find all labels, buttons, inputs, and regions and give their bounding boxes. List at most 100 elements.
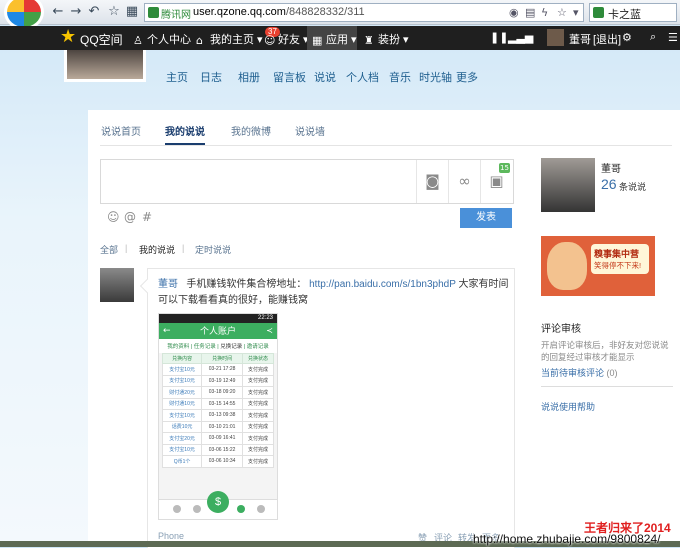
sidebar-avatar[interactable] (541, 158, 595, 212)
cell: 03-06 15:22 (201, 443, 243, 456)
post-text-before: 手机赚钱软件集合榜地址： (186, 279, 307, 290)
phone-tab-money-icon: $ (207, 491, 229, 513)
cell: 03-06 10:34 (201, 455, 243, 468)
phone-tab-more-icon (257, 505, 265, 513)
signal-icon[interactable]: ▂▃▅ (508, 31, 533, 44)
post-button[interactable]: 发表 (460, 208, 512, 228)
cell: 支付完成 (242, 443, 274, 456)
sidebar-ad-banner[interactable]: 糗事集中营 笑得停不下来! (541, 236, 655, 296)
search-icon[interactable]: ⌕ (650, 31, 656, 44)
cell: 支付宝10元 (161, 409, 203, 422)
cell: 支付完成 (242, 397, 274, 410)
subtab-my-shuoshuo[interactable]: 我的说说 (139, 243, 175, 256)
tab-my-weibo[interactable]: 我的微博 (231, 123, 271, 138)
profile-avatar[interactable] (64, 50, 146, 82)
phone-header: ← 个人账户 ≺ (159, 323, 277, 339)
grid-icon[interactable]: ▦ (124, 4, 140, 20)
table-row: 支付宝10元 03-13 09:38 支付完成 (161, 409, 274, 422)
ad-title: 糗事集中营 (594, 249, 640, 259)
cell: 财付通20元 (161, 386, 203, 399)
subtab-all[interactable]: 全部 (100, 243, 118, 256)
pending-label: 当前待审核评论 (541, 368, 605, 378)
settings-gear-icon[interactable]: ⚙ (622, 31, 632, 44)
review-title: 评论审核 (541, 324, 581, 335)
topic-hash-icon[interactable]: # (142, 210, 152, 224)
main-nav-blog[interactable]: 日志 (200, 69, 222, 85)
post-source: Phone (158, 531, 185, 541)
video-icon[interactable]: ▣ 15 (480, 160, 512, 203)
emoji-icon[interactable]: ☺ (107, 210, 120, 224)
phone-tab-task-icon (193, 505, 201, 513)
camera-icon[interactable]: ◙ (416, 160, 448, 203)
post-image[interactable]: 22:23 ← 个人账户 ≺ 我的资料 | 任务记录 | 兑换记录 | 邀请记录… (158, 313, 278, 520)
phone-links: 我的资料 | 任务记录 | 兑换记录 | 邀请记录 (159, 339, 277, 353)
main-nav-profile[interactable]: 个人档 (346, 69, 379, 85)
logout-link[interactable]: [退出] (593, 31, 621, 47)
table-row: 支付宝10元 03-06 15:22 支付完成 (161, 443, 274, 456)
main-nav-more[interactable]: 更多 (456, 69, 478, 85)
post-author[interactable]: 董哥 (158, 279, 178, 290)
table-row: 财付通20元 03-18 09:20 支付完成 (161, 386, 274, 399)
phone-tab-home-icon (173, 505, 181, 513)
cell: 支付宝10元 (161, 374, 203, 387)
cell: 支付完成 (242, 374, 274, 387)
cell: 03-13 09:38 (201, 409, 243, 422)
address-bar[interactable]: 腾讯网 user.qzone.qq.com/848828332/311 ◉ ▤ … (144, 3, 584, 22)
user-name[interactable]: 董哥 (569, 31, 591, 47)
main-nav-home[interactable]: 主页 (166, 69, 188, 85)
cell: 支付完成 (242, 363, 274, 376)
undo-icon[interactable]: ↶ (86, 4, 102, 20)
mention-icon[interactable]: @ (124, 210, 136, 224)
nav-friends[interactable]: ☺ 好友 ▾ (264, 31, 309, 47)
pending-review-link[interactable]: 当前待审核评论 (0) (541, 366, 618, 379)
main-nav-guestbook[interactable]: 留言板 (273, 69, 306, 85)
address-url[interactable]: user.qzone.qq.com/848828332/311 (193, 6, 365, 18)
cell: 支付宝10元 (161, 363, 203, 376)
more-icon[interactable]: ☰ (668, 31, 678, 44)
phone-share-icon: ≺ (266, 326, 273, 335)
phone-link: 兑换记录 (220, 344, 243, 350)
cell: 话费10元 (161, 420, 203, 433)
phone-table: 兑换内容 兑换时间 兑换状态 支付宝10元 03-21 17:28 支付完成 支付宝… (161, 353, 274, 468)
pending-count: (0) (606, 368, 618, 378)
star-icon[interactable]: ☆ (557, 6, 567, 19)
favorite-star-icon[interactable]: ☆ (106, 4, 122, 20)
subtab-scheduled[interactable]: 定时说说 (195, 243, 231, 256)
qzone-brand[interactable]: QQ空间 (80, 31, 123, 48)
main-nav-shuoshuo[interactable]: 说说 (314, 69, 336, 85)
nav-personal-center[interactable]: ♙ 个人中心 (133, 31, 191, 47)
main-nav-timeline[interactable]: 时光轴 (419, 69, 452, 85)
tabs-divider (100, 145, 672, 146)
user-avatar-small[interactable] (547, 29, 564, 46)
url-host: user.qzone.qq.com (193, 6, 286, 18)
phone-back-icon: ← (163, 326, 171, 336)
security-icon[interactable]: ◉ (509, 6, 519, 19)
compat-icon[interactable]: ▤ (525, 6, 535, 19)
lightning-icon[interactable]: ϟ (541, 6, 548, 19)
nav-decorate[interactable]: ♜ 装扮 ▾ (364, 31, 409, 47)
table-row: 支付宝10元 03-21 17:28 支付完成 (161, 363, 274, 376)
post-text: 董哥 手机赚钱软件集合榜地址： http://pan.baidu.com/s/1… (158, 277, 510, 309)
post-link[interactable]: http://pan.baidu.com/s/1bn3phdP (309, 279, 456, 290)
main-nav-music[interactable]: 音乐 (389, 69, 411, 85)
back-icon[interactable]: ← (50, 4, 66, 20)
browser-toolbar: ← → ↶ ☆ ▦ 腾讯网 user.qzone.qq.com/84882833… (0, 0, 680, 30)
tab-shuoshuo-wall[interactable]: 说说墙 (295, 123, 325, 138)
nav-my-homepage[interactable]: ⌂ 我的主页 ▾ (196, 31, 263, 47)
pause-icon[interactable]: ❚❚ (490, 31, 508, 44)
sidebar-name[interactable]: 董哥 (601, 160, 621, 175)
help-link[interactable]: 说说使用帮助 (541, 400, 595, 413)
post-author-avatar[interactable] (100, 268, 134, 302)
phone-col-header: 兑换内容 (161, 353, 203, 364)
shirt-icon: ♜ (364, 34, 374, 47)
search-box[interactable]: 卡之蓝 (589, 3, 677, 22)
main-nav-album[interactable]: 相册 (238, 69, 260, 85)
tab-my-shuoshuo[interactable]: 我的说说 (165, 123, 205, 138)
watermark-url: http://home.zhubajie.com/9800824/ (473, 532, 661, 546)
forward-icon[interactable]: → (68, 4, 84, 20)
tab-shuoshuo-home[interactable]: 说说首页 (101, 123, 141, 138)
dropdown-icon[interactable]: ▾ (573, 6, 579, 19)
cell: 03-09 16:41 (201, 432, 243, 445)
nav-apps[interactable]: ▦ 应用 ▾ (312, 31, 357, 47)
link-icon[interactable]: ∞ (448, 160, 480, 203)
